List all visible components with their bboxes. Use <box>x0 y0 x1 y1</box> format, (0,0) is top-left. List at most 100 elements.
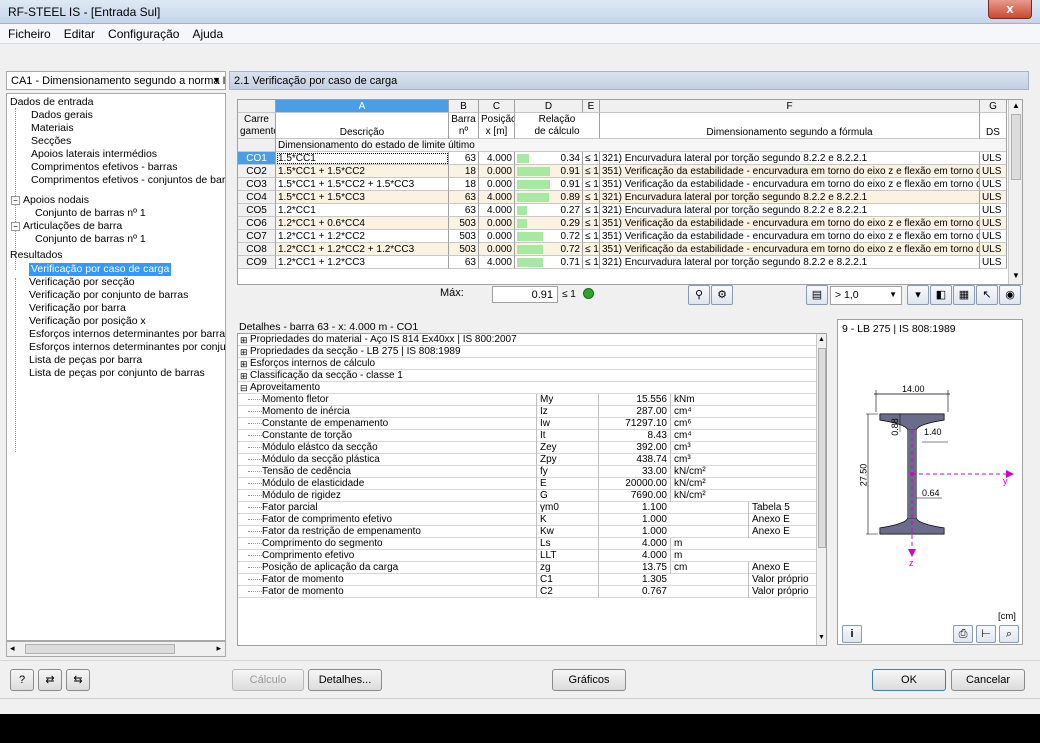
select-member-icon[interactable]: ↖ <box>976 285 998 305</box>
cell-descricao[interactable]: 1.5*CC1 <box>276 152 449 165</box>
close-button[interactable]: x <box>988 0 1032 19</box>
section-print-icon[interactable]: ⎙ <box>953 625 973 643</box>
cell-ds[interactable]: ULS <box>980 256 1007 269</box>
tree-input-item[interactable]: Comprimentos efetivos - conjuntos de bar… <box>31 174 225 187</box>
cell-barra[interactable]: 503 <box>449 217 479 230</box>
cell-barra[interactable]: 63 <box>449 204 479 217</box>
tree-result-item[interactable]: Lista de peças por barra <box>29 354 142 367</box>
col-letter-c[interactable]: C <box>479 100 515 113</box>
table-vertical-scrollbar[interactable]: ▲ ▼ <box>1008 100 1022 284</box>
expand-icon[interactable]: ⊞ <box>240 370 248 382</box>
tree-result-item[interactable]: Esforços internos determinantes por conj… <box>29 341 225 354</box>
scroll-up-icon[interactable]: ▲ <box>818 336 825 343</box>
tree-results-root[interactable]: Resultados <box>10 249 63 262</box>
tree-input-root[interactable]: Dados de entrada <box>10 96 93 109</box>
cell-barra[interactable]: 18 <box>449 178 479 191</box>
details-vertical-scrollbar[interactable]: ▲ ▼ <box>816 334 826 645</box>
filter-icon[interactable]: ⚲ <box>688 285 710 305</box>
cell-barra[interactable]: 503 <box>449 230 479 243</box>
info-icon[interactable]: i <box>842 625 862 643</box>
tree-result-item[interactable]: Verificação por conjunto de barras <box>29 289 188 302</box>
view-icon[interactable]: ◉ <box>999 285 1021 305</box>
case-select[interactable]: CA1 - Dimensionamento segundo a norma IS… <box>6 71 226 90</box>
ratio-bars-icon[interactable]: ▤ <box>806 285 828 305</box>
excel-export-icon[interactable]: ▦ <box>953 285 975 305</box>
cell-barra[interactable]: 63 <box>449 191 479 204</box>
cell-descricao[interactable]: 1.2*CC1 <box>276 204 449 217</box>
cell-ds[interactable]: ULS <box>980 178 1007 191</box>
cell-posicao[interactable]: 0.000 <box>479 178 515 191</box>
scroll-thumb[interactable] <box>1011 114 1021 180</box>
cell-ds[interactable]: ULS <box>980 204 1007 217</box>
col-letter-b[interactable]: B <box>449 100 479 113</box>
tree-input-item[interactable]: Comprimentos efetivos - barras <box>31 161 177 174</box>
details-section-row[interactable]: ⊞ Classificação da secção - classe 1 <box>238 370 816 382</box>
cell-barra[interactable]: 63 <box>449 256 479 269</box>
scroll-right-icon[interactable]: ▸ <box>216 643 221 654</box>
cell-descricao[interactable]: 1.2*CC1 + 1.2*CC2 <box>276 230 449 243</box>
menu-configuracao[interactable]: Configuração <box>100 24 184 41</box>
cell-ds[interactable]: ULS <box>980 217 1007 230</box>
cell-formula[interactable]: 321) Encurvadura lateral por torção segu… <box>600 191 980 204</box>
detalhes-button[interactable]: Detalhes... <box>308 669 382 691</box>
col-letter-e[interactable]: E <box>583 100 600 113</box>
cell-formula[interactable]: 351) Verificação da estabilidade - encur… <box>600 165 980 178</box>
cell-posicao[interactable]: 0.000 <box>479 165 515 178</box>
scroll-left-icon[interactable]: ◂ <box>10 643 15 654</box>
help-icon[interactable]: ? <box>10 669 34 691</box>
import-icon[interactable]: ⇄ <box>38 669 62 691</box>
cell-ds[interactable]: ULS <box>980 230 1007 243</box>
tree-result-item[interactable]: Verificação por barra <box>29 302 126 315</box>
cell-formula[interactable]: 321) Encurvadura lateral por torção segu… <box>600 152 980 165</box>
cancelar-button[interactable]: Cancelar <box>951 669 1025 691</box>
nav-horizontal-scrollbar[interactable]: ◂ ▸ <box>6 641 226 657</box>
tree-apoios-nodais-child[interactable]: Conjunto de barras nº 1 <box>35 207 146 220</box>
cell-posicao[interactable]: 0.000 <box>479 243 515 256</box>
cell-ratio[interactable]: 0.34 <box>515 152 583 165</box>
cell-ds[interactable]: ULS <box>980 191 1007 204</box>
cell-ds[interactable]: ULS <box>980 243 1007 256</box>
details-section-row[interactable]: ⊞ Esforços internos de cálculo <box>238 358 816 370</box>
table-row-header[interactable]: CO9 <box>238 256 276 269</box>
cell-ds[interactable]: ULS <box>980 152 1007 165</box>
tree-input-item[interactable]: Dados gerais <box>31 109 93 122</box>
cell-ratio[interactable]: 0.29 <box>515 217 583 230</box>
cell-posicao[interactable]: 4.000 <box>479 191 515 204</box>
cell-ratio[interactable]: 0.72 <box>515 230 583 243</box>
section-zoom-icon[interactable]: ⌕ <box>999 625 1019 643</box>
cell-barra[interactable]: 18 <box>449 165 479 178</box>
cell-posicao[interactable]: 0.000 <box>479 230 515 243</box>
cell-barra[interactable]: 63 <box>449 152 479 165</box>
section-dimensions-icon[interactable]: ⊢ <box>976 625 996 643</box>
collapse-icon[interactable]: ⊟ <box>240 382 248 394</box>
cell-ds[interactable]: ULS <box>980 165 1007 178</box>
table-row-header[interactable]: CO6 <box>238 217 276 230</box>
cell-descricao[interactable]: 1.2*CC1 + 1.2*CC2 + 1.2*CC3 <box>276 243 449 256</box>
cell-ratio[interactable]: 0.91 <box>515 178 583 191</box>
filter-select[interactable]: > 1,0 ▼ <box>830 286 902 305</box>
scroll-up-icon[interactable]: ▲ <box>1012 101 1020 110</box>
graficos-button[interactable]: Gráficos <box>552 669 626 691</box>
tree-result-item[interactable]: Esforços internos determinantes por barr… <box>29 328 225 341</box>
cell-posicao[interactable]: 4.000 <box>479 256 515 269</box>
show-above-limit-icon[interactable]: ▾ <box>907 285 929 305</box>
calculo-button[interactable]: Cálculo <box>232 669 304 691</box>
cell-ratio[interactable]: 0.91 <box>515 165 583 178</box>
menu-editar[interactable]: Editar <box>56 24 100 41</box>
color-filter-icon[interactable]: ⚙ <box>711 285 733 305</box>
col-letter-a[interactable]: A <box>276 100 449 113</box>
table-row-header[interactable]: CO7 <box>238 230 276 243</box>
col-letter-f[interactable]: F <box>600 100 980 113</box>
tree-input-item[interactable]: Secções <box>31 135 71 148</box>
tree-result-item[interactable]: Lista de peças por conjunto de barras <box>29 367 205 380</box>
cell-posicao[interactable]: 0.000 <box>479 217 515 230</box>
col-letter-g[interactable]: G <box>980 100 1007 113</box>
cell-ratio[interactable]: 0.27 <box>515 204 583 217</box>
tree-input-item[interactable]: Materiais <box>31 122 74 135</box>
cell-formula[interactable]: 321) Encurvadura lateral por torção segu… <box>600 256 980 269</box>
cell-descricao[interactable]: 1.5*CC1 + 1.5*CC2 <box>276 165 449 178</box>
menu-ajuda[interactable]: Ajuda <box>184 24 228 41</box>
tree-result-item[interactable]: Verificação por secção <box>29 276 135 289</box>
table-row-header[interactable]: CO8 <box>238 243 276 256</box>
table-row-header[interactable]: CO1 <box>238 152 276 165</box>
